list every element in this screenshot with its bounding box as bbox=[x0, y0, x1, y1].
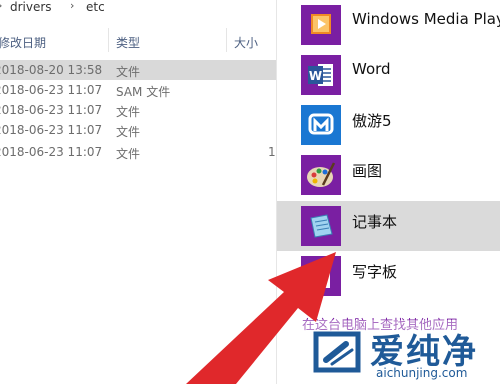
svg-text:W: W bbox=[309, 69, 322, 83]
column-header-type[interactable]: 类型 bbox=[116, 34, 140, 51]
file-size: 1 bbox=[268, 145, 276, 159]
column-divider[interactable] bbox=[108, 28, 109, 52]
watermark-url: aichunjing.com bbox=[376, 366, 468, 380]
file-type: 文件 bbox=[116, 105, 141, 119]
word-icon: W bbox=[301, 55, 341, 95]
wordpad-icon bbox=[301, 256, 341, 296]
watermark: 爱纯净 aichunjing.com bbox=[300, 320, 500, 384]
file-type: 文件 bbox=[116, 147, 141, 161]
app-name: Windows Media Player bbox=[352, 10, 500, 28]
app-item-paint[interactable]: 画图 bbox=[277, 150, 500, 200]
breadcrumb-item-drivers[interactable]: drivers bbox=[10, 0, 52, 14]
app-item-maxthon[interactable]: 傲游5 bbox=[277, 100, 500, 150]
file-modified: 2018-08-20 13:58 bbox=[0, 63, 103, 77]
breadcrumb-separator: › bbox=[70, 0, 75, 12]
app-name: Word bbox=[352, 60, 391, 78]
column-header-size[interactable]: 大小 bbox=[234, 34, 258, 51]
app-item-word[interactable]: W Word bbox=[277, 50, 500, 100]
app-item-windows-media-player[interactable]: Windows Media Player bbox=[277, 0, 500, 50]
file-row[interactable]: 2018-06-23 11:07 SAM 文件 bbox=[0, 80, 276, 100]
maxthon-icon bbox=[301, 105, 341, 145]
app-item-wordpad[interactable]: 写字板 bbox=[277, 251, 500, 301]
file-row[interactable]: 2018-06-23 11:07 文件 1 bbox=[0, 142, 276, 162]
file-explorer-pane: › drivers › etc 修改日期 类型 大小 2018-08-20 13… bbox=[0, 0, 276, 384]
app-name: 记事本 bbox=[352, 213, 398, 231]
column-header-modified[interactable]: 修改日期 bbox=[0, 34, 46, 51]
watermark-logo-icon bbox=[313, 331, 361, 373]
notepad-icon bbox=[301, 206, 341, 246]
column-header-row: 修改日期 类型 大小 bbox=[0, 28, 276, 52]
file-type: 文件 bbox=[116, 65, 141, 79]
file-modified: 2018-06-23 11:07 bbox=[0, 123, 103, 137]
breadcrumb-item-etc[interactable]: etc bbox=[86, 0, 105, 14]
app-item-notepad[interactable]: 记事本 bbox=[277, 201, 500, 251]
file-type: SAM 文件 bbox=[116, 85, 171, 99]
column-divider[interactable] bbox=[226, 28, 227, 52]
app-name: 写字板 bbox=[352, 263, 398, 281]
file-type: 文件 bbox=[116, 125, 141, 139]
paint-icon bbox=[301, 155, 341, 195]
breadcrumb-separator: › bbox=[0, 0, 2, 12]
file-row[interactable]: 2018-06-23 11:07 文件 bbox=[0, 120, 276, 140]
app-name: 画图 bbox=[352, 162, 383, 180]
media-player-icon bbox=[301, 5, 341, 45]
app-name: 傲游5 bbox=[352, 112, 392, 130]
file-row[interactable]: 2018-06-23 11:07 文件 bbox=[0, 100, 276, 120]
file-modified: 2018-06-23 11:07 bbox=[0, 145, 103, 159]
breadcrumb: › drivers › etc bbox=[0, 0, 276, 18]
file-modified: 2018-06-23 11:07 bbox=[0, 103, 103, 117]
file-row[interactable]: 2018-08-20 13:58 文件 bbox=[0, 60, 276, 80]
file-modified: 2018-06-23 11:07 bbox=[0, 83, 103, 97]
